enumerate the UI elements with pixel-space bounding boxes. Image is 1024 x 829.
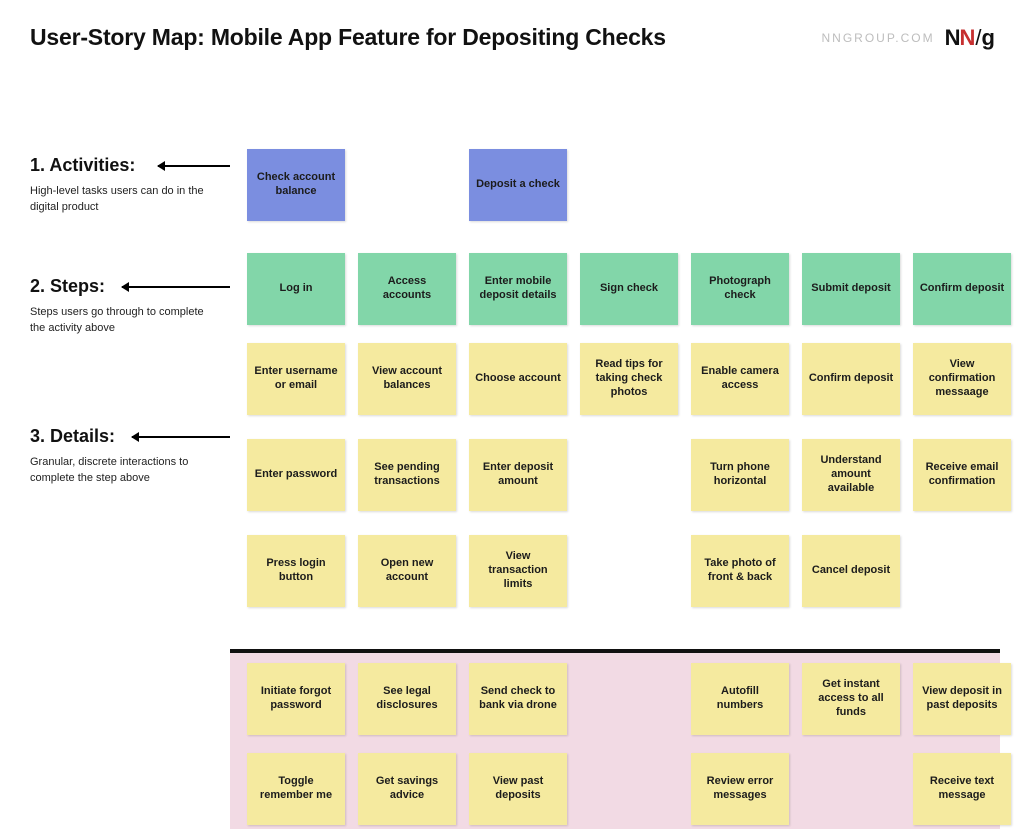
label-activities-desc: High-level tasks users can do in the dig… [30,184,215,216]
detail-card: Receive text message [913,753,1011,825]
step-card: Submit deposit [802,253,900,325]
arrow-icon [132,436,230,438]
detail-card: Get instant access to all funds [802,663,900,735]
detail-card: Autofill numbers [691,663,789,735]
arrow-icon [158,165,230,167]
arrow-icon [122,286,230,288]
detail-card: View deposit in past deposits [913,663,1011,735]
detail-card: Enter username or email [247,343,345,415]
step-card: Log in [247,253,345,325]
backlog-divider [230,649,1000,653]
step-card: Enter mobile deposit details [469,253,567,325]
detail-card: See pending transactions [358,439,456,511]
page-title: User-Story Map: Mobile App Feature for D… [30,24,666,51]
detail-card: Initiate forgot password [247,663,345,735]
detail-card: View confirmation messaage [913,343,1011,415]
step-card: Access accounts [358,253,456,325]
nng-logo: NN/g [945,25,994,51]
detail-card: View past deposits [469,753,567,825]
detail-card: Get savings advice [358,753,456,825]
detail-card: Cancel deposit [802,535,900,607]
detail-card: Read tips for taking check photos [580,343,678,415]
detail-card: Enable camera access [691,343,789,415]
brand-url: NNGROUP.COM [822,31,935,45]
detail-card: Open new account [358,535,456,607]
detail-card: Receive email confirmation [913,439,1011,511]
label-steps-desc: Steps users go through to complete the a… [30,305,215,337]
label-details-desc: Granular, discrete interactions to compl… [30,455,215,487]
step-card: Sign check [580,253,678,325]
step-card: Photograph check [691,253,789,325]
activity-card: Deposit a check [469,149,567,221]
detail-card: Press login button [247,535,345,607]
header: User-Story Map: Mobile App Feature for D… [0,0,1024,61]
detail-card: Choose account [469,343,567,415]
step-card: Confirm deposit [913,253,1011,325]
detail-card: View transaction limits [469,535,567,607]
detail-card: Enter deposit amount [469,439,567,511]
detail-card: Toggle remember me [247,753,345,825]
detail-card: Turn phone horizontal [691,439,789,511]
detail-card: Take photo of front & back [691,535,789,607]
activity-card: Check account balance [247,149,345,221]
detail-card: Review error messages [691,753,789,825]
detail-card: Enter password [247,439,345,511]
detail-card: Confirm deposit [802,343,900,415]
detail-card: View account balances [358,343,456,415]
brand: NNGROUP.COM NN/g [822,25,994,51]
detail-card: Send check to bank via drone [469,663,567,735]
detail-card: See legal disclosures [358,663,456,735]
detail-card: Understand amount available [802,439,900,511]
